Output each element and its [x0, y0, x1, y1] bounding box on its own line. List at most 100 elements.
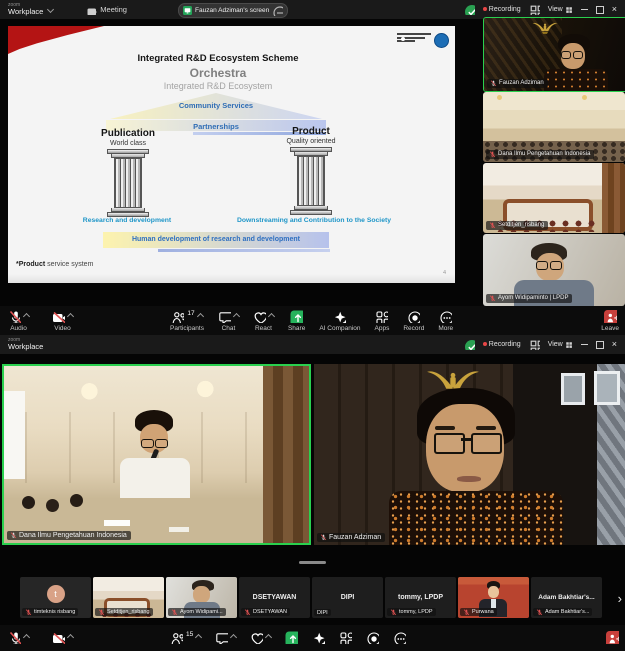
filmstrip-tile[interactable]: t timteknis risbang — [20, 577, 91, 618]
apps-button[interactable]: Apps — [375, 310, 390, 332]
app-brand: zoom Workplace — [8, 3, 43, 16]
more-ellipsis-icon — [439, 310, 452, 323]
main-video-dipi[interactable]: Dana Ilmu Pengetahuan Indonesia — [2, 364, 311, 545]
view-grid-icon — [565, 6, 573, 14]
audio-button[interactable] — [8, 631, 29, 644]
view-grid-icon — [565, 341, 573, 349]
video-button[interactable]: Video — [52, 310, 73, 332]
apps-grid-icon — [339, 631, 352, 644]
view-button[interactable]: View — [548, 6, 573, 14]
share-screen-icon — [285, 631, 298, 644]
react-button[interactable]: React — [253, 310, 274, 332]
participants-icon — [170, 631, 183, 644]
apps-button[interactable] — [339, 631, 352, 644]
filmstrip-tile[interactable]: DIPI DIPI — [312, 577, 383, 618]
share-button[interactable]: Share — [288, 310, 305, 332]
more-button[interactable]: More — [438, 310, 453, 332]
react-button[interactable] — [250, 631, 271, 644]
chevron-up-icon[interactable] — [23, 634, 30, 641]
participant-tile-ayom[interactable]: Ayom Widipaminto | LPDP — [483, 234, 625, 306]
recording-dot-icon — [483, 7, 487, 11]
ai-companion-button[interactable] — [312, 631, 325, 644]
audio-button[interactable]: Audio — [8, 310, 29, 332]
minimize-button[interactable] — [581, 9, 588, 10]
filmstrip-tile[interactable]: Purwana — [458, 577, 529, 618]
view-button[interactable]: View — [548, 341, 573, 349]
filmstrip-resize-handle[interactable] — [299, 561, 326, 564]
chevron-up-icon[interactable] — [233, 313, 240, 320]
leave-button[interactable] — [606, 631, 619, 644]
band-label: Human development of research and develo… — [103, 232, 329, 248]
participants-button[interactable]: 17 Participants — [170, 310, 204, 332]
app-brand: zoom Workplace — [8, 338, 43, 351]
filmstrip-tile[interactable]: Adam Bakhtiar's... Adam Bakhtiar's... — [531, 577, 602, 618]
chat-button[interactable] — [215, 631, 236, 644]
video-feed — [314, 364, 625, 545]
filmstrip-tile[interactable]: Setditjen_risbang — [93, 577, 164, 618]
ministry-logo-icon — [434, 33, 449, 48]
participants-button[interactable]: 15 — [170, 631, 201, 644]
mic-muted-icon — [489, 222, 496, 229]
leave-button[interactable]: Leave — [601, 310, 619, 332]
gallery-grid-icon[interactable] — [529, 4, 540, 15]
mic-muted-icon — [98, 609, 105, 616]
participant-name-badge: Ayom Widipami... — [168, 608, 226, 616]
maximize-button[interactable] — [596, 341, 604, 349]
chevron-up-icon[interactable] — [268, 313, 275, 320]
pillar-right-graphic — [290, 147, 332, 215]
chat-icon — [215, 631, 228, 644]
record-button[interactable] — [366, 631, 379, 644]
participant-tile-dipi-room[interactable]: Dana Ilmu Pengetahuan Indonesia — [483, 92, 625, 162]
share-screen-icon — [183, 6, 192, 15]
record-icon — [407, 310, 420, 323]
participants-count: 15 — [186, 631, 193, 638]
chevron-up-icon[interactable] — [67, 313, 74, 320]
share-screen-icon — [290, 310, 303, 323]
ai-sparkle-icon — [333, 310, 346, 323]
chevron-up-icon[interactable] — [197, 313, 204, 320]
chevron-up-icon[interactable] — [230, 634, 237, 641]
workspace-label: Workplace — [8, 343, 43, 351]
chevron-up-icon[interactable] — [265, 634, 272, 641]
main-video-fauzan[interactable]: Fauzan Adziman — [314, 364, 625, 545]
participant-name-badge: Fauzan Adziman — [487, 79, 548, 89]
leave-icon — [606, 631, 619, 644]
video-button[interactable] — [52, 631, 73, 644]
chevron-down-icon[interactable] — [47, 6, 54, 13]
chat-button[interactable]: Chat — [218, 310, 239, 332]
participant-tile-fauzan[interactable]: Fauzan Adziman — [483, 17, 625, 92]
titlebar-bottom: zoom Workplace Recording View × — [0, 335, 625, 354]
camera-muted-icon — [52, 631, 65, 644]
record-button[interactable]: Record — [403, 310, 424, 332]
chevron-up-icon[interactable] — [67, 634, 74, 641]
close-button[interactable]: × — [612, 340, 617, 349]
participants-count: 17 — [187, 310, 194, 317]
minimize-button[interactable] — [581, 344, 588, 345]
participant-name-badge: DSETYAWAN — [241, 608, 290, 616]
chevron-up-icon[interactable] — [195, 634, 202, 641]
filmstrip: t timteknis risbang Setditjen_risbang Ay… — [20, 577, 602, 618]
filmstrip-tile[interactable]: tommy, LPDP tommy, LPDP — [385, 577, 456, 618]
more-button[interactable] — [393, 631, 406, 644]
participant-name-badge: Fauzan Adziman — [317, 533, 385, 543]
filmstrip-tile[interactable]: DSETYAWAN DSETYAWAN — [239, 577, 310, 618]
mic-muted-icon — [463, 609, 470, 616]
gallery-grid-icon[interactable] — [529, 339, 540, 350]
participant-tile-setditjen[interactable]: Setditjen_risbang — [483, 163, 625, 233]
tab-meeting[interactable]: Meeting — [86, 4, 127, 15]
filmstrip-tile[interactable]: Ayom Widipami... — [166, 577, 237, 618]
ai-sparkle-icon — [312, 631, 325, 644]
chevron-up-icon[interactable] — [23, 313, 30, 320]
meeting-toolbar-bottom: 15 — [0, 625, 625, 651]
workspace-label: Workplace — [8, 8, 43, 16]
share-button[interactable] — [285, 631, 298, 644]
screen-share-banner[interactable]: Fauzan Adziman's screen — [178, 3, 288, 18]
maximize-button[interactable] — [596, 6, 604, 14]
heart-react-icon — [253, 310, 266, 323]
stop-share-icon[interactable] — [272, 5, 283, 16]
filmstrip-next-chevron[interactable]: › — [618, 591, 622, 606]
pillar-left-title: Publication — [68, 128, 188, 139]
close-button[interactable]: × — [612, 5, 617, 14]
ai-companion-button[interactable]: AI Companion — [319, 310, 360, 332]
mic-muted-icon — [244, 609, 251, 616]
